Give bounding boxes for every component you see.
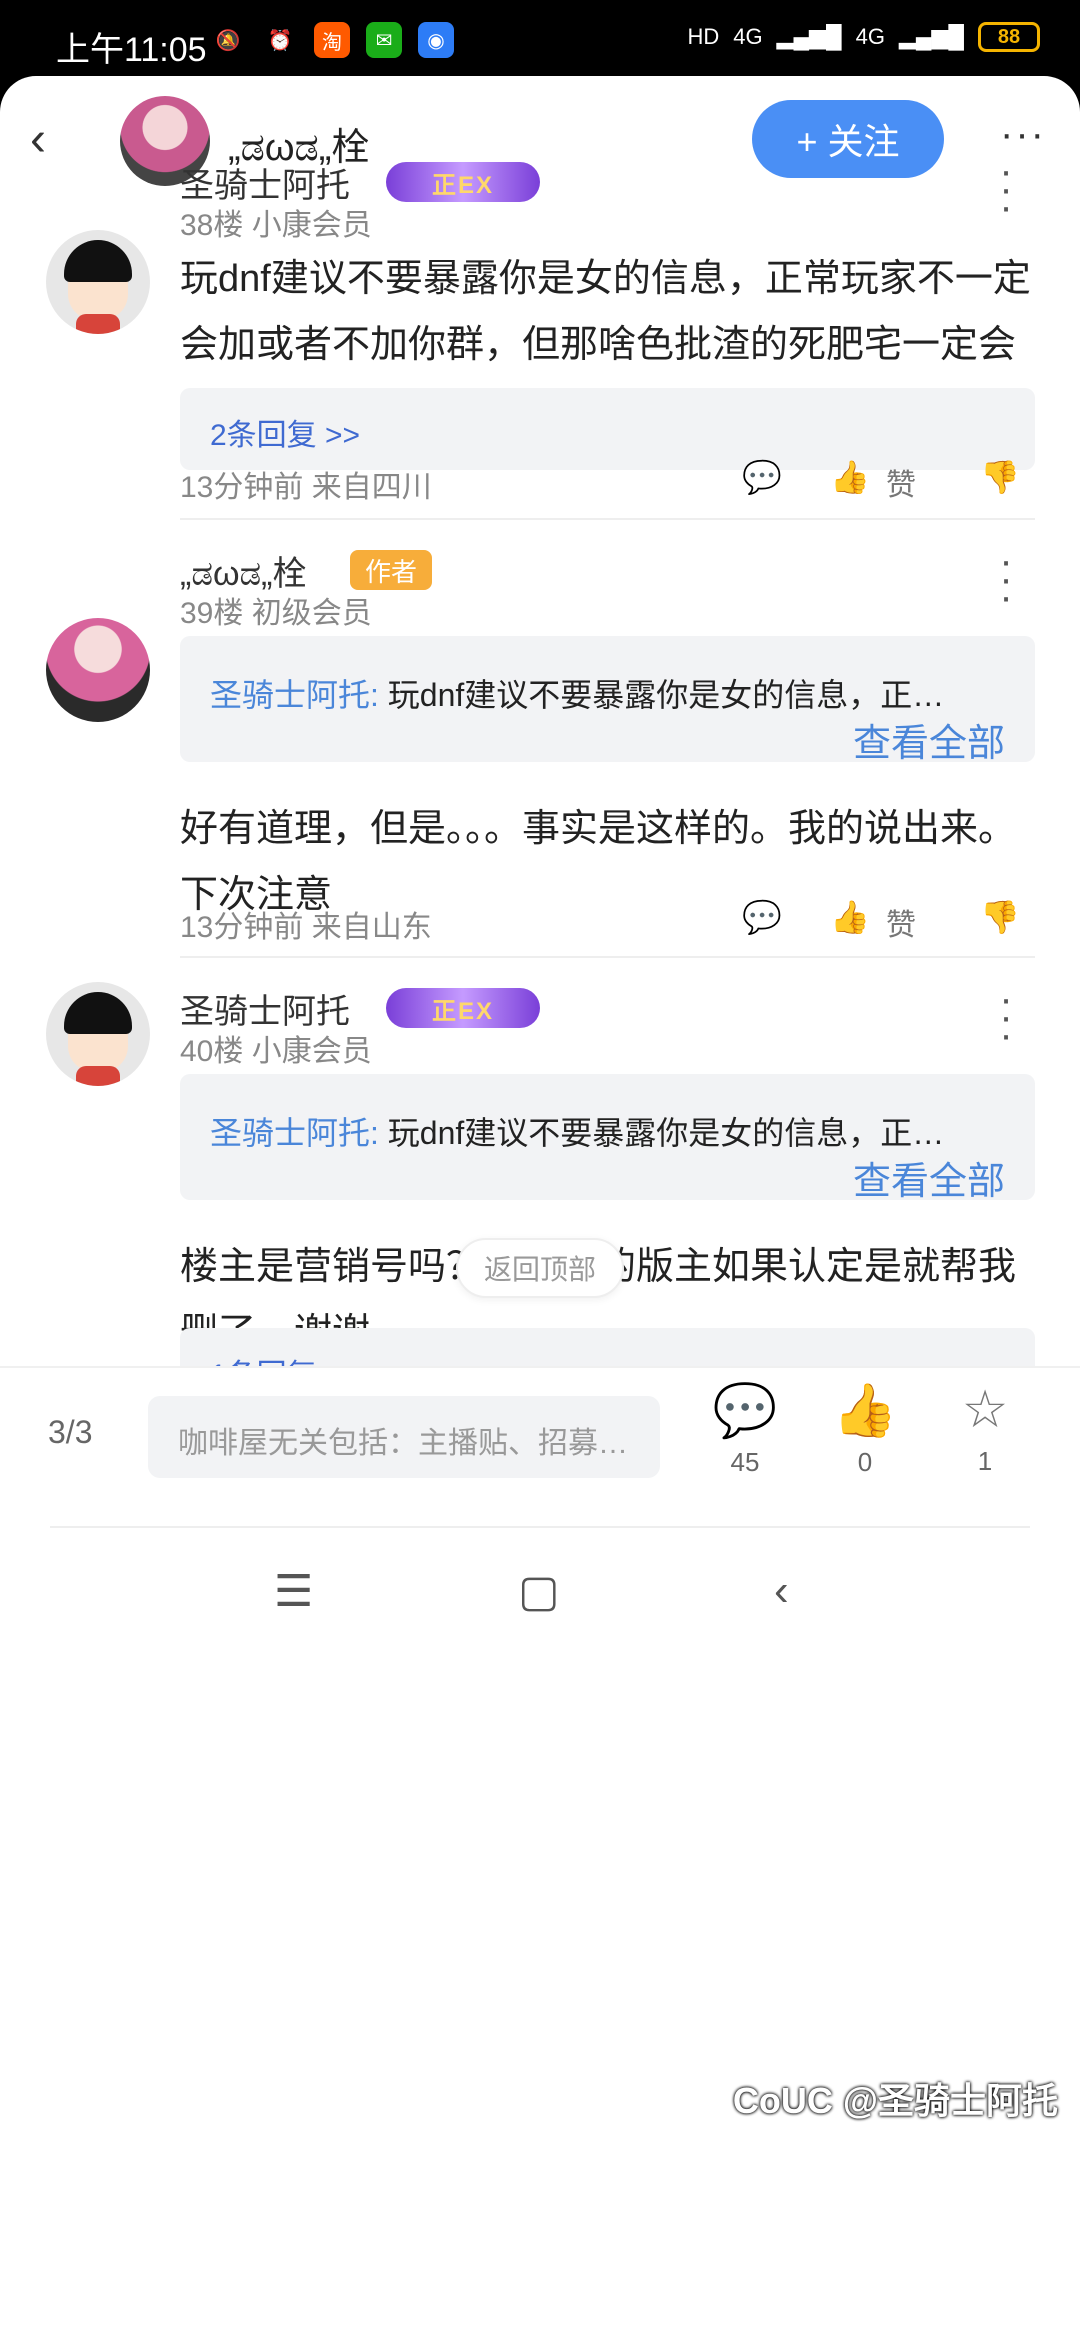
system-navbar: ☰ ▢ ‹ [0, 1526, 1080, 1662]
more-vertical-icon[interactable]: · · · [996, 151, 1016, 227]
signal-icon-2: ▂▄▆█ [898, 24, 964, 49]
floor-info: 39楼 初级会员 [180, 597, 372, 630]
bottom-bar: 3/3 咖啡屋无关包括：主播贴、招募… 💬 45 👍 0 ☆ 1 [0, 1366, 1080, 1526]
divider [180, 956, 1035, 958]
like-label[interactable]: 赞 [886, 460, 916, 504]
network-icon-2: 4G [855, 24, 885, 49]
more-vertical-icon[interactable]: · · · [996, 541, 1016, 617]
hd-icon: HD [687, 24, 720, 49]
quote-box[interactable]: 圣骑士阿托: 玩dnf建议不要暴露你是女的信息，正… 查看全部 [180, 636, 1035, 765]
more-vertical-icon[interactable]: · · · [996, 979, 1016, 1055]
dislike-icon[interactable]: 👎 [980, 898, 1020, 936]
menu-icon[interactable]: ☰ [274, 1566, 313, 1617]
level-badge: 正EX [386, 988, 540, 1028]
comment-input[interactable]: 咖啡屋无关包括：主播贴、招募… [148, 1396, 660, 1478]
likes-count: 0 [857, 1447, 873, 1477]
quote-user[interactable]: 圣骑士阿托: [210, 677, 379, 713]
level-badge: 正EX [386, 162, 540, 202]
watermark: CoUC @圣骑士阿托 [732, 2080, 1058, 2121]
back-nav-icon[interactable]: ‹ [774, 1566, 789, 1616]
like-icon[interactable]: 👍 [830, 458, 870, 496]
app-icon: ◉ [418, 22, 454, 58]
back-icon[interactable]: ‹ [30, 112, 70, 172]
floor-info: 38楼 小康会员 [180, 209, 372, 242]
quote-line: 圣骑士阿托: 玩dnf建议不要暴露你是女的信息，正… [210, 670, 1010, 716]
quote-text: 玩dnf建议不要暴露你是女的信息，正… [378, 677, 945, 713]
post-meta: 13分钟前 来自四川 [180, 471, 432, 504]
comment-icon[interactable]: 💬 [742, 898, 782, 936]
quote-box[interactable]: 圣骑士阿托: 玩dnf建议不要暴露你是女的信息，正… 查看全部 [180, 1074, 1035, 1203]
like-icon[interactable]: 👍 [830, 898, 870, 936]
comment-icon[interactable]: 💬 [742, 458, 782, 496]
mute-icon: 🔕 [215, 29, 241, 52]
battery-icon: 88 [978, 22, 1040, 52]
favorite-button[interactable]: ☆ 1 [940, 1380, 1030, 1477]
thumbs-up-icon: 👍 [832, 1382, 898, 1440]
comments-button[interactable]: 💬 45 [700, 1380, 790, 1478]
quote-text: 玩dnf建议不要暴露你是女的信息，正… [378, 1115, 945, 1151]
avatar[interactable] [46, 230, 150, 334]
status-right: HD 4G ▂▄▆█ 4G ▂▄▆█ 88 [687, 22, 1040, 52]
taobao-icon: 淘 [314, 22, 350, 58]
back-to-top-button[interactable]: 返回顶部 [456, 1238, 624, 1298]
follow-button[interactable]: + 关注 [752, 100, 944, 178]
header: ‹ „ಡωಡ„栓 + 关注 ··· [0, 76, 1080, 204]
comment-icon: 💬 [712, 1382, 778, 1440]
signal-icon: ▂▄▆█ [776, 24, 842, 49]
see-all-link[interactable]: 查看全部 [853, 1150, 1005, 1205]
post-meta: 13分钟前 来自山东 [180, 911, 432, 944]
see-all-link[interactable]: 查看全部 [853, 712, 1005, 767]
status-time: 上午11:05 [56, 31, 207, 69]
quote-line: 圣骑士阿托: 玩dnf建议不要暴露你是女的信息，正… [210, 1108, 1010, 1154]
wechat-icon: ✉ [366, 22, 402, 58]
replies-link[interactable]: 2条回复 >> [210, 410, 360, 454]
page-indicator: 3/3 [48, 1414, 93, 1450]
page: ‹ „ಡωಡ„栓 + 关注 ··· 圣骑士阿托 正EX 38楼 小康会员 · · ·… [0, 76, 1080, 2340]
like-button[interactable]: 👍 0 [820, 1380, 910, 1478]
alarm-icon: ⏰ [267, 29, 293, 52]
star-icon: ☆ [961, 1381, 1009, 1439]
home-icon[interactable]: ▢ [518, 1566, 560, 1617]
comments-count: 45 [730, 1447, 760, 1477]
reply-box[interactable]: 2条回复 >> [180, 388, 1035, 470]
dislike-icon[interactable]: 👎 [980, 458, 1020, 496]
favorites-count: 1 [977, 1446, 993, 1476]
like-label[interactable]: 赞 [886, 900, 916, 944]
status-bar: 上午11:05 🔕 ⏰ 淘 ✉ ◉ HD 4G ▂▄▆█ 4G ▂▄▆█ 88 [0, 0, 1080, 78]
avatar[interactable] [46, 982, 150, 1086]
network-icon: 4G [733, 24, 763, 49]
author-badge: 作者 [350, 550, 432, 590]
notification-icons: 🔕 ⏰ 淘 ✉ ◉ [210, 22, 454, 58]
divider [180, 518, 1035, 520]
nav-divider [50, 1526, 1030, 1528]
avatar[interactable] [46, 618, 150, 722]
floor-info: 40楼 小康会员 [180, 1035, 372, 1068]
quote-user[interactable]: 圣骑士阿托: [210, 1115, 379, 1151]
